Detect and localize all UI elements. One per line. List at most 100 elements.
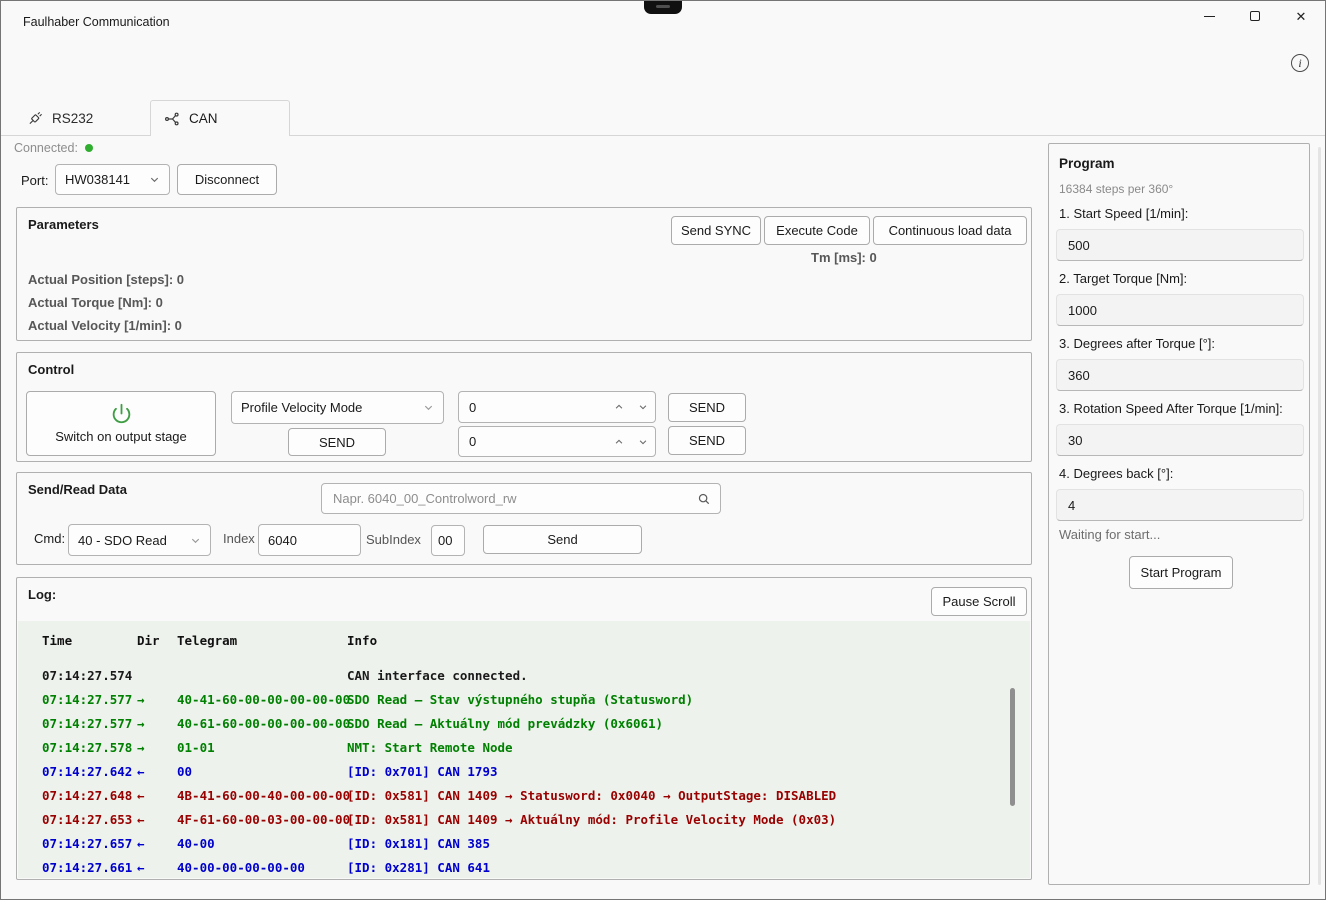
status-dot	[85, 144, 93, 152]
window-title: Faulhaber Communication	[23, 15, 170, 29]
cmd-select-value: 40 - SDO Read	[78, 533, 167, 548]
log-cell-info: SDO Read – Aktuálny mód prevádzky (0x606…	[347, 712, 1030, 736]
log-cell-telegram: 01-01	[177, 736, 347, 760]
maximize-button[interactable]	[1232, 1, 1278, 31]
value2-decrement-button[interactable]	[631, 427, 655, 456]
window-scrollbar[interactable]	[1318, 147, 1321, 885]
index-label: Index	[223, 531, 255, 546]
minimize-button[interactable]	[1186, 1, 1232, 31]
pause-scroll-button[interactable]: Pause Scroll	[931, 587, 1027, 616]
switch-output-stage-label: Switch on output stage	[55, 429, 187, 444]
value2-increment-button[interactable]	[607, 427, 631, 456]
log-cell-info: [ID: 0x701] CAN 1793	[347, 760, 1030, 784]
close-button[interactable]: ✕	[1278, 1, 1324, 31]
tab-can[interactable]: CAN	[150, 100, 290, 136]
rs232-plug-icon	[28, 111, 43, 126]
continuous-load-button[interactable]: Continuous load data	[873, 216, 1027, 245]
log-header-info: Info	[347, 629, 1030, 653]
chevron-down-icon	[638, 402, 648, 412]
send-read-panel: Send/Read Data Cmd: 40 - SDO Read Index …	[16, 472, 1032, 565]
degrees-after-torque-label: 3. Degrees after Torque [°]:	[1059, 336, 1215, 351]
chevron-down-icon	[149, 174, 160, 185]
actual-velocity-value: Actual Velocity [1/min]: 0	[28, 318, 182, 333]
log-row: 07:14:27.648←4B-41-60-00-40-00-00-00[ID:…	[18, 784, 1030, 808]
value1-spinner-value: 0	[469, 400, 607, 415]
log-cell-dir	[137, 664, 177, 688]
log-cell-telegram: 00	[177, 760, 347, 784]
degrees-after-torque-input[interactable]	[1056, 359, 1304, 391]
log-cell-telegram: 40-41-60-00-00-00-00-00	[177, 688, 347, 712]
value2-send-button[interactable]: SEND	[668, 426, 746, 455]
execute-code-button[interactable]: Execute Code	[764, 216, 870, 245]
rotation-speed-after-torque-input[interactable]	[1056, 424, 1304, 456]
log-scrollbar[interactable]	[1010, 688, 1015, 806]
control-panel: Control Switch on output stage Profile V…	[16, 352, 1032, 462]
log-cell-telegram: 40-00-00-00-00-00	[177, 856, 347, 878]
window-controls: ✕	[1186, 1, 1324, 31]
start-program-button[interactable]: Start Program	[1129, 556, 1233, 589]
tab-rs232-label: RS232	[52, 111, 93, 126]
log-row: 07:14:27.578→01-01NMT: Start Remote Node	[18, 736, 1030, 760]
index-input[interactable]	[258, 524, 361, 556]
pill-grip-icon	[656, 5, 670, 8]
chevron-up-icon	[614, 402, 624, 412]
log-rows: 07:14:27.574CAN interface connected.07:1…	[18, 664, 1030, 878]
degrees-back-input[interactable]	[1056, 489, 1304, 521]
log-area: Time Dir Telegram Info 07:14:27.574CAN i…	[18, 621, 1030, 878]
program-title: Program	[1059, 156, 1115, 171]
close-icon: ✕	[1296, 10, 1307, 23]
parameters-panel: Parameters Send SYNC Execute Code Contin…	[16, 207, 1032, 341]
log-row: 07:14:27.577→40-61-60-00-00-00-00-00SDO …	[18, 712, 1030, 736]
log-cell-dir: ←	[137, 760, 177, 784]
port-select[interactable]: HW038141	[55, 164, 170, 195]
log-row: 07:14:27.657←40-00[ID: 0x181] CAN 385	[18, 832, 1030, 856]
info-icon[interactable]: i	[1291, 54, 1309, 72]
parameters-title: Parameters	[28, 217, 99, 232]
send-sync-button[interactable]: Send SYNC	[671, 216, 761, 245]
object-search-box[interactable]	[321, 483, 721, 514]
log-cell-time: 07:14:27.642	[42, 760, 137, 784]
log-cell-time: 07:14:27.653	[42, 808, 137, 832]
steps-per-rev-label: 16384 steps per 360°	[1059, 182, 1173, 196]
value1-increment-button[interactable]	[607, 392, 631, 422]
log-cell-time: 07:14:27.661	[42, 856, 137, 878]
target-torque-label: 2. Target Torque [Nm]:	[1059, 271, 1187, 286]
log-cell-dir: →	[137, 736, 177, 760]
connection-status: Connected:	[14, 141, 93, 155]
switch-output-stage-button[interactable]: Switch on output stage	[26, 391, 216, 456]
power-icon	[111, 403, 132, 424]
value1-send-button[interactable]: SEND	[668, 393, 746, 422]
log-cell-telegram	[177, 664, 347, 688]
target-torque-input[interactable]	[1056, 294, 1304, 326]
object-search-input[interactable]	[331, 490, 697, 507]
log-cell-dir: ←	[137, 856, 177, 878]
log-cell-dir: →	[137, 688, 177, 712]
tab-rs232[interactable]: RS232	[16, 101, 105, 135]
screen-share-pill	[644, 0, 682, 14]
cmd-select[interactable]: 40 - SDO Read	[68, 524, 211, 556]
log-cell-dir: ←	[137, 832, 177, 856]
log-header-time: Time	[42, 629, 137, 653]
actual-position-value: Actual Position [steps]: 0	[28, 272, 184, 287]
subindex-input[interactable]	[431, 525, 465, 556]
log-cell-dir: →	[137, 712, 177, 736]
log-cell-telegram: 4B-41-60-00-40-00-00-00	[177, 784, 347, 808]
send-button[interactable]: Send	[483, 525, 642, 554]
value2-spinner[interactable]: 0	[458, 426, 656, 457]
disconnect-button[interactable]: Disconnect	[177, 164, 277, 195]
log-cell-time: 07:14:27.574	[42, 664, 137, 688]
chevron-down-icon	[638, 437, 648, 447]
log-cell-time: 07:14:27.657	[42, 832, 137, 856]
actual-torque-value: Actual Torque [Nm]: 0	[28, 295, 163, 310]
log-panel: Log: Pause Scroll Time Dir Telegram Info…	[16, 577, 1032, 880]
mode-select[interactable]: Profile Velocity Mode	[231, 391, 444, 424]
log-cell-dir: ←	[137, 784, 177, 808]
mode-send-button[interactable]: SEND	[288, 428, 386, 456]
start-speed-input[interactable]	[1056, 229, 1304, 261]
log-header-telegram: Telegram	[177, 629, 347, 653]
chevron-down-icon	[190, 535, 201, 546]
cmd-label: Cmd:	[34, 531, 65, 546]
value1-spinner[interactable]: 0	[458, 391, 656, 423]
log-cell-telegram: 4F-61-60-00-03-00-00-00	[177, 808, 347, 832]
value1-decrement-button[interactable]	[631, 392, 655, 422]
